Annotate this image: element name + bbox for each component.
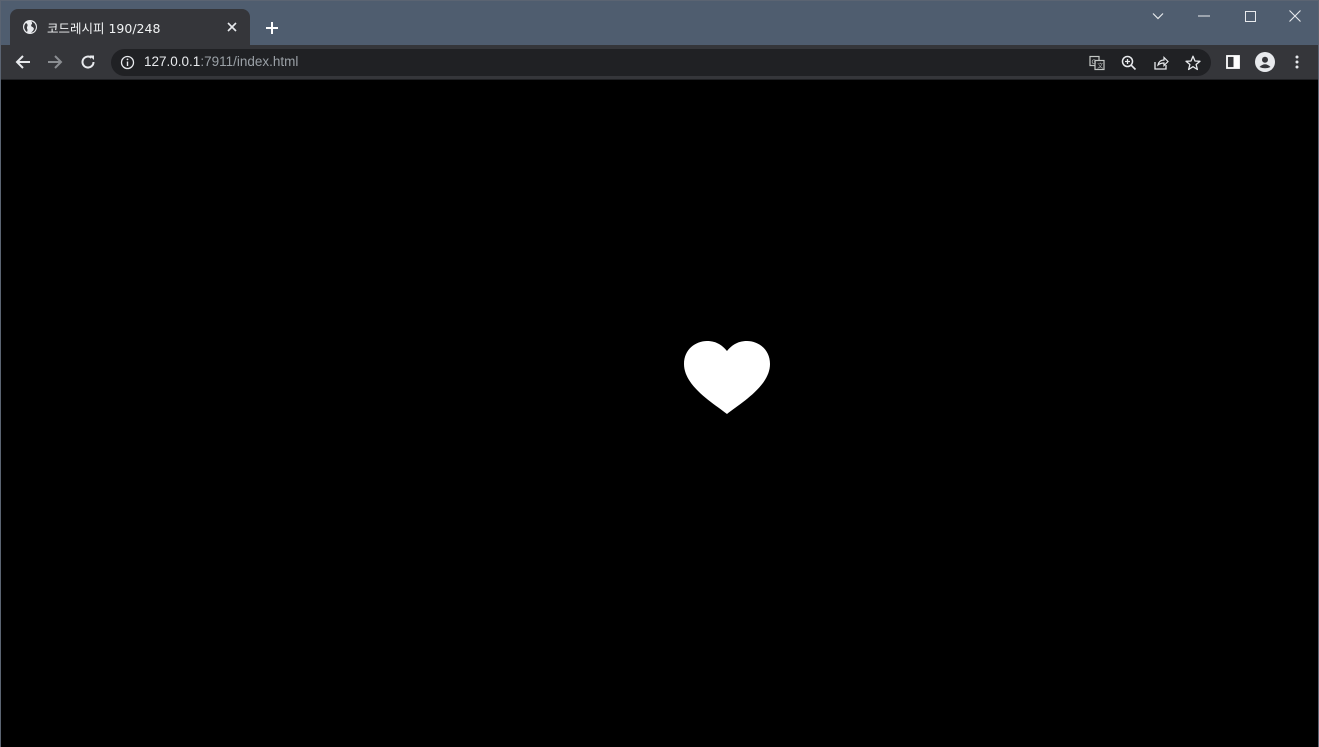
info-icon[interactable] — [120, 55, 135, 70]
address-bar[interactable]: 127.0.0.1:7911/index.html G 文 — [111, 49, 1211, 76]
url-text: 127.0.0.1:7911/index.html — [144, 54, 298, 69]
reload-icon — [81, 55, 95, 69]
toolbar: 127.0.0.1:7911/index.html G 文 — [1, 45, 1318, 80]
profile-icon — [1255, 52, 1275, 72]
share-icon[interactable] — [1151, 53, 1171, 73]
minimize-icon — [1198, 15, 1210, 17]
arrow-left-icon — [15, 55, 30, 69]
window-close-button[interactable] — [1272, 1, 1318, 31]
tab-active[interactable]: 코드레시피 190/248 — [10, 9, 250, 45]
close-icon — [1289, 10, 1301, 22]
star-icon[interactable] — [1183, 53, 1203, 73]
zoom-icon[interactable] — [1119, 53, 1139, 73]
profile-button[interactable] — [1251, 48, 1279, 76]
url-path: :7911/index.html — [200, 54, 299, 69]
heart-icon — [684, 341, 770, 414]
new-tab-button[interactable] — [260, 16, 284, 40]
arrow-right-icon — [48, 55, 63, 69]
plus-icon — [266, 22, 278, 34]
reload-button[interactable] — [74, 48, 102, 76]
browser-window: 코드레시피 190/248 127.0.0.1:7911/index.html … — [0, 0, 1319, 747]
side-panel-button[interactable] — [1219, 48, 1247, 76]
url-host: 127.0.0.1 — [144, 54, 201, 69]
page-content — [1, 81, 1318, 747]
globe-icon — [22, 19, 38, 35]
svg-text:文: 文 — [1097, 62, 1103, 70]
minimize-button[interactable] — [1181, 1, 1227, 31]
side-panel-icon — [1226, 55, 1240, 69]
back-button[interactable] — [9, 48, 37, 76]
maximize-button[interactable] — [1227, 1, 1273, 31]
tab-search-button[interactable] — [1135, 1, 1181, 31]
forward-button[interactable] — [41, 48, 69, 76]
tab-strip: 코드레시피 190/248 — [1, 1, 1318, 45]
maximize-icon — [1244, 10, 1256, 22]
translate-icon[interactable]: G 文 — [1087, 53, 1107, 73]
svg-text:G: G — [1092, 59, 1097, 66]
close-icon[interactable] — [222, 17, 242, 37]
chevron-down-icon — [1152, 13, 1164, 20]
tab-title: 코드레시피 190/248 — [47, 20, 161, 36]
more-icon — [1295, 55, 1299, 69]
more-menu-button[interactable] — [1283, 48, 1311, 76]
